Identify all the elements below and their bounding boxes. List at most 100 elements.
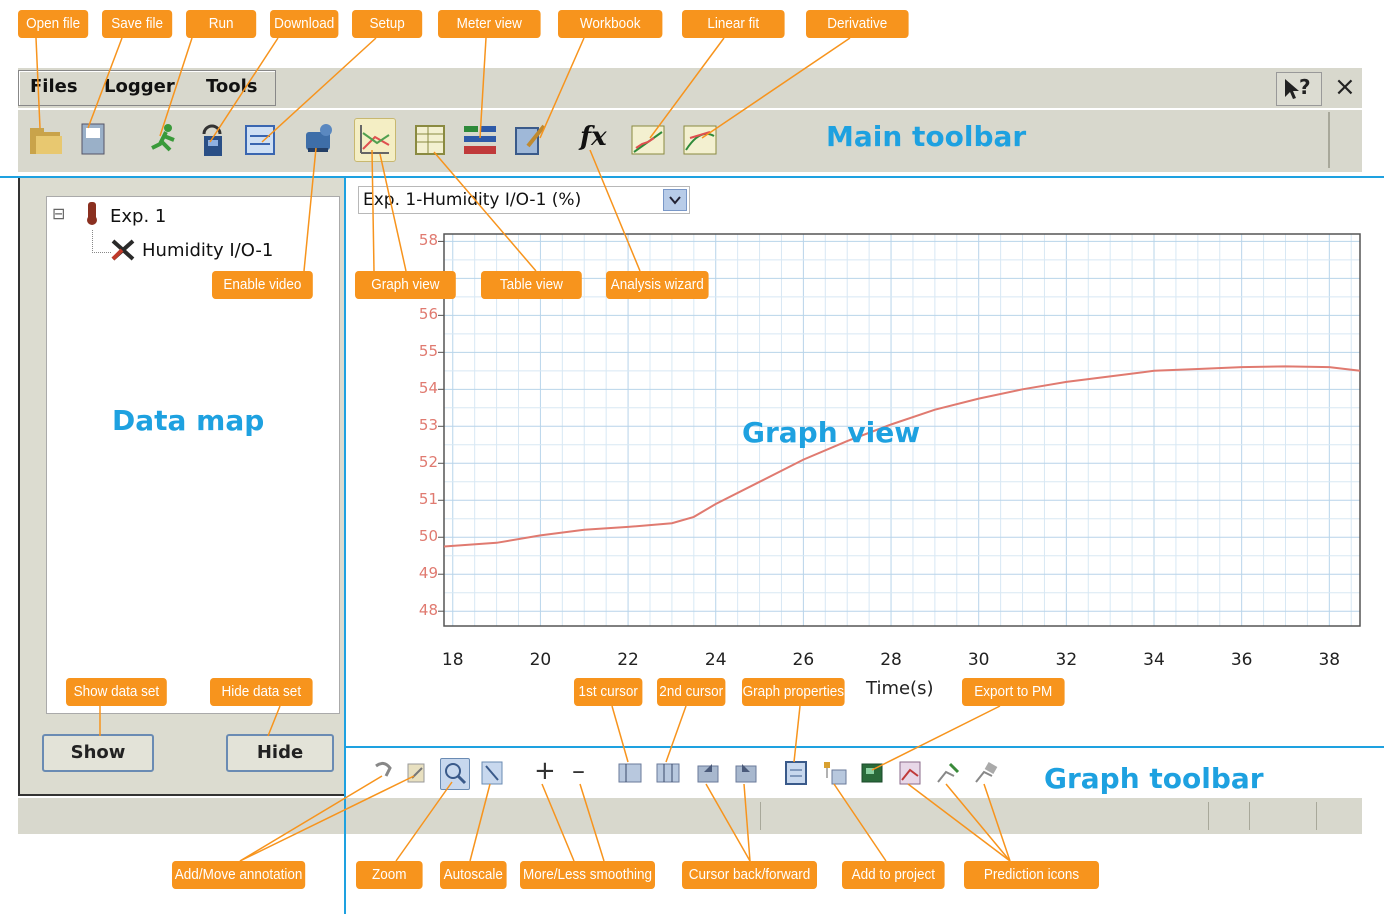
menu-files[interactable]: Files [30,76,78,97]
meter-view-button[interactable] [460,118,500,160]
video-camera-icon [306,124,332,152]
callout-meter-view: Meter view [438,10,541,38]
linear-fit-button[interactable] [628,118,668,160]
menu-tools[interactable]: Tools [206,76,258,97]
move-annotation-button[interactable] [402,758,430,788]
autoscale-button[interactable] [478,758,506,788]
menu-logger[interactable]: Logger [104,76,175,97]
x-tick-label: 34 [1143,650,1165,670]
x-tick-label: 28 [880,650,902,670]
callout-graph-view: Graph view [355,271,456,299]
tree-connector [92,230,111,253]
download-button[interactable] [192,118,232,160]
tree-expander[interactable]: ⊟ [52,204,65,223]
y-tick-label: 58 [418,231,438,250]
autoscale-icon [481,761,503,785]
help-label: ? [1299,75,1311,99]
annotation-icon [375,761,392,777]
x-tick-label: 38 [1318,650,1341,670]
x-axis-label: Time(s) [866,678,934,699]
callout-prediction-icons: Prediction icons [964,861,1099,889]
toolbar-divider [1328,112,1330,168]
folder-icon [30,128,62,154]
tree-child-item[interactable]: Humidity I/O-1 [142,240,273,261]
callout-second-cursor: 2nd cursor [657,678,726,706]
callout-add-to-project: Add to project [842,861,945,889]
callout-table-view: Table view [481,271,582,299]
graph-view-button[interactable] [354,118,396,162]
derivative-icon [683,125,717,155]
context-help-button[interactable]: ? [1276,72,1322,106]
table-view-button[interactable] [410,118,450,160]
export-icon [861,763,883,783]
add-to-project-button[interactable] [820,758,848,788]
y-tick-label: 48 [418,601,438,620]
add-to-project-icon [824,762,847,785]
cursor-back-button[interactable] [694,758,722,788]
more-smoothing-button[interactable]: + [528,756,556,788]
y-tick-label: 56 [418,305,438,324]
divider-graph-toolbar [344,746,1384,748]
callout-add-move-annotation: Add/Move annotation [172,861,306,889]
download-logger-icon [202,124,222,156]
setup-icon [245,125,275,155]
x-tick-label: 30 [967,650,990,670]
less-smoothing-button[interactable]: – [566,756,594,788]
status-segment [1256,802,1317,830]
analysis-wizard-button[interactable]: fx [572,118,612,160]
callout-cursor-back-forward: Cursor back/forward [682,861,817,889]
table-icon [415,125,445,155]
runner-icon [151,124,175,152]
prediction-icon [899,761,921,785]
prediction-button-1[interactable] [896,758,924,788]
workbook-button[interactable] [510,118,550,160]
zoom-button[interactable] [440,758,470,790]
save-file-button[interactable] [74,118,114,160]
show-button[interactable]: Show [42,734,154,772]
callout-run: Run [186,10,257,38]
y-tick-label: 51 [418,490,438,509]
workbook-icon [515,124,546,155]
setup-button[interactable] [240,118,280,160]
enable-video-button[interactable] [300,118,340,160]
callout-analysis-wizard: Analysis wizard [606,271,709,299]
callout-export-to-pm: Export to PM [962,678,1065,706]
graph-properties-button[interactable] [782,758,810,788]
tree-root-item[interactable]: Exp. 1 [110,206,166,227]
close-icon: × [1334,72,1356,102]
y-tick-label: 53 [418,416,438,435]
prediction-button-2[interactable] [934,758,962,788]
y-tick-label: 50 [418,527,438,546]
thermometer-icon [87,202,97,225]
callout-linear-fit: Linear fit [682,10,785,38]
divider-vertical [344,176,346,914]
callout-setup: Setup [352,10,423,38]
help-cursor-icon [1285,79,1299,99]
close-button[interactable]: × [1324,72,1362,104]
hide-button[interactable]: Hide [226,734,334,772]
callout-graph-properties: Graph properties [742,678,845,706]
derivative-button[interactable] [680,118,720,160]
add-annotation-button[interactable] [370,758,398,788]
save-icon [81,123,105,155]
export-to-pm-button[interactable] [858,758,886,788]
divider-main-toolbar [0,176,1384,178]
x-tick-label: 22 [617,650,639,670]
callout-first-cursor: 1st cursor [574,678,643,706]
callout-enable-video: Enable video [212,271,313,299]
y-tick-label: 52 [418,453,438,472]
cursor-forward-icon [735,764,757,783]
cursor-forward-button[interactable] [732,758,760,788]
cursor-one-icon [618,763,642,783]
callout-save-file: Save file [102,10,173,38]
callout-download: Download [270,10,339,38]
open-file-button[interactable] [26,118,66,160]
first-cursor-button[interactable] [616,758,644,788]
cursor-back-icon [697,764,719,783]
callout-more-less-smoothing: More/Less smoothing [520,861,655,889]
run-button[interactable] [144,118,184,160]
linear-fit-icon [631,125,665,155]
prediction-button-3[interactable] [972,758,1000,788]
second-cursor-button[interactable] [654,758,682,788]
magnifier-icon [445,763,467,785]
